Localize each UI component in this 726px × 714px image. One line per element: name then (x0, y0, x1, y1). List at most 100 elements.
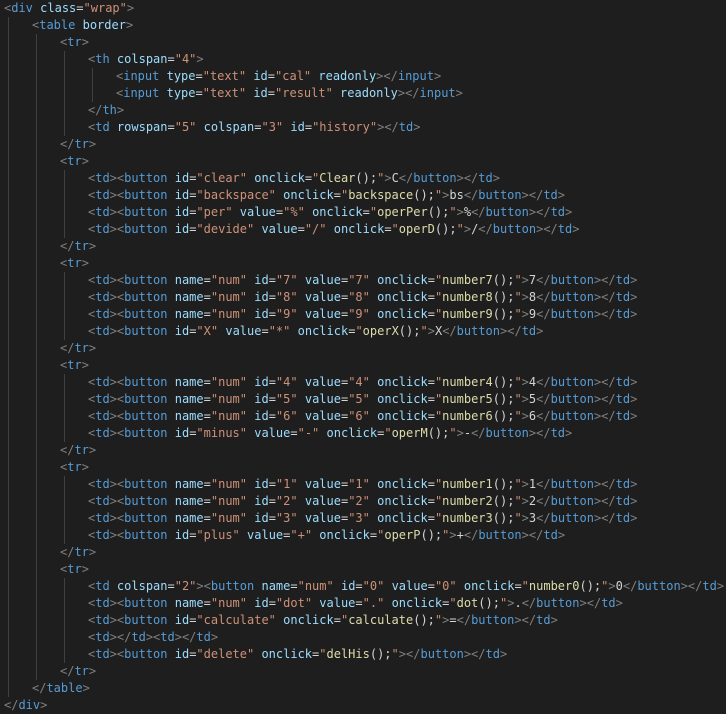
code-line[interactable]: <td><button name="num" id="5" value="5" … (0, 391, 726, 408)
code-line[interactable]: <td><button name="num" id="7" value="7" … (0, 272, 726, 289)
code-line[interactable]: <td><button id="X" value="*" onclick="op… (0, 323, 726, 340)
code-line[interactable]: </table> (0, 680, 726, 697)
code-line[interactable]: <td><button name="num" id="dot" value=".… (0, 595, 726, 612)
code-token: tr (67, 358, 82, 372)
code-text: <td></td><td></td> (88, 630, 218, 644)
code-token: input (397, 69, 434, 83)
code-token: = (268, 477, 276, 491)
code-token: >< (109, 647, 125, 661)
code-line[interactable]: <table border> (0, 17, 726, 34)
code-token: >< (109, 324, 125, 338)
code-token: operM (391, 426, 428, 440)
code-token: > (384, 171, 392, 185)
code-line[interactable]: </tr> (0, 136, 726, 153)
code-token: ></ (521, 188, 544, 202)
indent-guide (8, 578, 9, 595)
code-token: "num" (210, 511, 247, 525)
code-text: <td><button name="num" id="1" value="1" … (88, 477, 637, 491)
code-token: = (268, 375, 276, 389)
code-line[interactable]: </tr> (0, 340, 726, 357)
code-line[interactable]: </th> (0, 102, 726, 119)
code-line[interactable]: <td colspan="2"><button name="num" id="0… (0, 578, 726, 595)
indent-guide (64, 187, 65, 204)
code-line[interactable]: <td><button name="num" id="1" value="1" … (0, 476, 726, 493)
code-token: readonly (318, 69, 377, 83)
indent-guide (8, 510, 9, 527)
code-text: </tr> (60, 341, 96, 355)
code-token: "8" (275, 290, 298, 304)
code-line[interactable]: <tr> (0, 255, 726, 272)
code-token: " (391, 222, 399, 236)
code-line[interactable]: <td><button name="num" id="3" value="3" … (0, 510, 726, 527)
code-line[interactable]: </tr> (0, 442, 726, 459)
code-line[interactable]: <tr> (0, 459, 726, 476)
code-token: " (514, 273, 522, 287)
code-text: <td><button id="delete" onclick="delHis(… (88, 647, 507, 661)
code-token: = (267, 69, 276, 83)
code-line[interactable]: </tr> (0, 544, 726, 561)
code-token: (); (355, 171, 378, 185)
code-line[interactable]: <td><button id="devide" value="/" onclic… (0, 221, 726, 238)
code-token: onclick (333, 222, 385, 236)
code-token: div (18, 698, 41, 712)
code-token: id (174, 426, 190, 440)
code-line[interactable]: <td><button name="num" id="6" value="6" … (0, 408, 726, 425)
code-line[interactable]: <input type="text" id="cal" readonly></i… (0, 68, 726, 85)
code-line[interactable]: <tr> (0, 357, 726, 374)
code-token: </ (536, 375, 551, 389)
code-line[interactable]: <td><button name="num" id="4" value="4" … (0, 374, 726, 391)
code-editor[interactable]: <div class="wrap"> <table border> <tr> <th … (0, 0, 726, 714)
indent-guide (64, 323, 65, 340)
code-token: ></ (521, 528, 544, 542)
code-token: button (124, 426, 168, 440)
code-token: = (355, 596, 363, 610)
indent-guide (8, 595, 9, 612)
code-token: ></ (397, 86, 420, 100)
code-line[interactable]: <td><button id="per" value="%" onclick="… (0, 204, 726, 221)
code-token: value (304, 477, 341, 491)
code-line[interactable]: </div> (0, 697, 726, 714)
code-token: = (427, 290, 435, 304)
code-line[interactable]: <td><button id="calculate" onclick="calc… (0, 612, 726, 629)
code-token: > (455, 86, 463, 100)
code-line[interactable]: <td><button name="num" id="2" value="2" … (0, 493, 726, 510)
indent-guide (36, 153, 37, 170)
code-line[interactable]: <div class="wrap"> (0, 0, 726, 17)
code-token: button (124, 205, 168, 219)
code-line[interactable]: <tr> (0, 153, 726, 170)
code-line[interactable]: </tr> (0, 663, 726, 680)
code-line[interactable]: <td></td><td></td> (0, 629, 726, 646)
code-line[interactable]: <tr> (0, 34, 726, 51)
code-token: > (88, 664, 97, 678)
code-area[interactable]: <div class="wrap"> <table border> <tr> <th … (0, 0, 726, 714)
code-line[interactable]: <td rowspan="5" colspan="3" id="history"… (0, 119, 726, 136)
code-token: </ (536, 290, 551, 304)
code-token: > (630, 290, 638, 304)
code-line[interactable]: <td><button id="backspace" onclick="back… (0, 187, 726, 204)
code-text: <td colspan="2"><button name="num" id="0… (88, 579, 724, 593)
code-token: " (355, 324, 363, 338)
code-token: = (268, 392, 276, 406)
code-line[interactable]: <td><button name="num" id="9" value="9" … (0, 306, 726, 323)
code-line[interactable]: <td><button id="minus" value="-" onclick… (0, 425, 726, 442)
code-line[interactable]: <td><button id="plus" value="+" onclick=… (0, 527, 726, 544)
code-line[interactable]: <input type="text" id="result" readonly>… (0, 85, 726, 102)
code-line[interactable]: <th colspan="4"> (0, 51, 726, 68)
code-token: type (166, 86, 196, 100)
code-token: = (355, 579, 363, 593)
code-line[interactable]: </tr> (0, 238, 726, 255)
code-token: > (449, 528, 457, 542)
code-token: > (81, 460, 89, 474)
code-token: > (210, 630, 219, 644)
indent-guide (8, 153, 9, 170)
code-line[interactable]: <td><button id="delete" onclick="delHis(… (0, 646, 726, 663)
indent-guide (36, 136, 37, 153)
code-line[interactable]: <td><button name="num" id="8" value="8" … (0, 289, 726, 306)
code-line[interactable]: <tr> (0, 561, 726, 578)
code-text: </tr> (60, 443, 96, 457)
indent-guide (64, 170, 65, 187)
code-line[interactable]: <td><button id="clear" onclick="Clear();… (0, 170, 726, 187)
